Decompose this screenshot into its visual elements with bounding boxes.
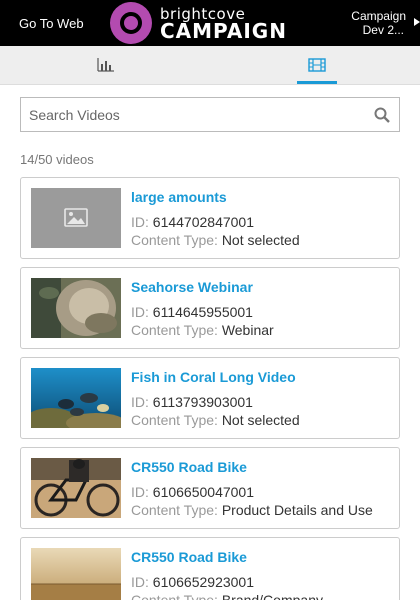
film-icon [308,58,326,72]
video-title[interactable]: Seahorse Webinar [131,278,396,296]
campaign-selector-value: Dev 2... [362,23,404,37]
content-type-label: Content Type: [131,412,218,428]
tab-bar [0,46,420,85]
content-type-label: Content Type: [131,322,218,338]
video-id-row: ID: 6113793903001 [131,393,396,411]
top-bar: Go To Web brightcove CAMPAIGN Campaign D… [0,0,420,46]
road-bike-desert-thumbnail-image [31,548,121,600]
video-card[interactable]: CR550 Road Bike ID: 6106652923001 Conten… [20,537,400,600]
video-id: 6106650047001 [152,484,255,500]
video-info: CR550 Road Bike ID: 6106650047001 Conten… [131,458,396,519]
tab-analytics[interactable] [86,46,126,85]
logo-mark-icon [110,2,152,44]
seahorse-thumbnail-image [31,278,121,338]
coral-fish-thumbnail-image [31,368,121,428]
id-label: ID: [131,394,149,410]
video-thumbnail [31,368,121,428]
content-type-row: Content Type: Not selected [131,231,396,249]
campaign-selector-label: Campaign [351,9,406,23]
content-type-value: Not selected [221,412,300,428]
id-label: ID: [131,214,149,230]
video-info: Fish in Coral Long Video ID: 61137939030… [131,368,396,429]
content-type-value: Not selected [221,232,300,248]
content-type-row: Content Type: Product Details and Use [131,501,396,519]
content-type-label: Content Type: [131,232,218,248]
video-id: 6113793903001 [152,394,253,410]
content-type-label: Content Type: [131,502,218,518]
search-box [20,97,400,132]
go-to-web-link[interactable]: Go To Web [19,16,84,31]
video-id-row: ID: 6114645955001 [131,303,396,321]
video-title[interactable]: CR550 Road Bike [131,548,396,566]
caret-right-icon [414,18,420,26]
id-label: ID: [131,574,149,590]
id-label: ID: [131,304,149,320]
video-card[interactable]: CR550 Road Bike ID: 6106650047001 Conten… [20,447,400,529]
video-title[interactable]: large amounts [131,188,396,206]
video-info: CR550 Road Bike ID: 6106652923001 Conten… [131,548,396,600]
bar-chart-icon [97,58,114,72]
video-id: 6114645955001 [152,304,253,320]
tab-videos[interactable] [297,46,337,84]
video-thumbnail [31,458,121,518]
content-type-row: Content Type: Webinar [131,321,396,339]
video-info: large amounts ID: 6144702847001 Content … [131,188,396,249]
content-type-value: Webinar [221,322,274,338]
placeholder-image-icon [64,208,88,227]
content-type-row: Content Type: Brand/Company [131,591,396,600]
road-bike-cyclist-thumbnail-image [31,458,121,518]
video-title[interactable]: CR550 Road Bike [131,458,396,476]
video-id-row: ID: 6106652923001 [131,573,396,591]
video-card[interactable]: Fish in Coral Long Video ID: 61137939030… [20,357,400,439]
video-id-row: ID: 6106650047001 [131,483,396,501]
video-thumbnail [31,188,121,248]
logo-text-big: CAMPAIGN [160,19,287,43]
content-type-row: Content Type: Not selected [131,411,396,429]
video-card[interactable]: large amounts ID: 6144702847001 Content … [20,177,400,259]
video-info: Seahorse Webinar ID: 6114645955001 Conte… [131,278,396,339]
video-title[interactable]: Fish in Coral Long Video [131,368,396,386]
content-type-value: Product Details and Use [221,502,373,518]
video-id-row: ID: 6144702847001 [131,213,396,231]
id-label: ID: [131,484,149,500]
brightcove-campaign-logo: brightcove CAMPAIGN [110,2,300,44]
campaign-selector[interactable]: Campaign Dev 2... [316,9,420,37]
content-type-label: Content Type: [131,592,218,600]
video-thumbnail [31,278,121,338]
search-input[interactable] [21,98,361,131]
content-type-value: Brand/Company [221,592,323,600]
video-id: 6144702847001 [152,214,255,230]
video-id: 6106652923001 [152,574,255,590]
search-icon[interactable] [374,107,390,123]
video-thumbnail [31,548,121,600]
video-count: 14/50 videos [20,152,94,167]
video-card[interactable]: Seahorse Webinar ID: 6114645955001 Conte… [20,267,400,349]
